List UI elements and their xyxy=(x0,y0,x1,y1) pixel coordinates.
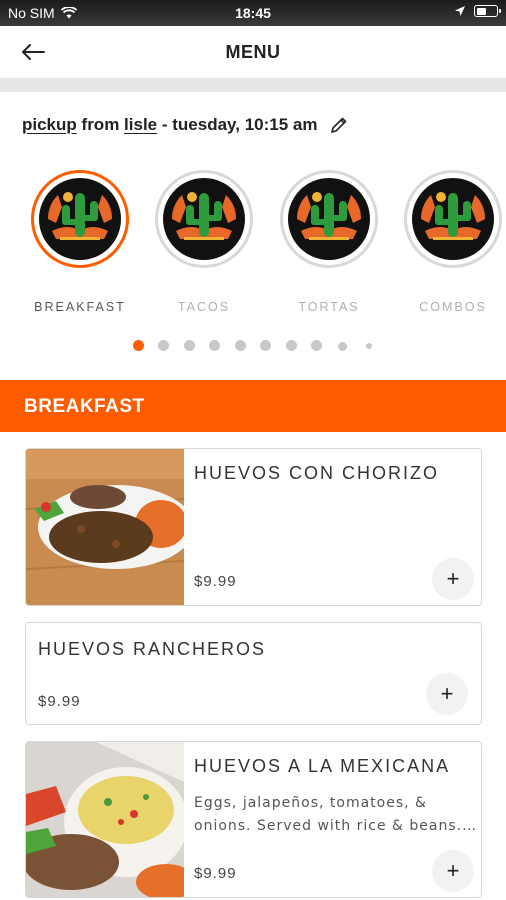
menu-item-card[interactable]: HUEVOS CON CHORIZO $9.99 + xyxy=(25,448,482,606)
pickup-time: - tuesday, 10:15 am xyxy=(161,115,318,134)
item-price: $9.99 xyxy=(38,693,81,710)
category-logo-ring xyxy=(31,170,129,268)
category-logo-ring xyxy=(404,170,502,268)
item-description: Eggs, jalapeños, tomatoes, & onions. Ser… xyxy=(194,795,478,834)
status-right xyxy=(454,5,501,17)
cactus-logo-icon xyxy=(163,178,245,260)
pagination-dot[interactable] xyxy=(209,340,220,351)
pagination-dot[interactable] xyxy=(133,340,144,351)
add-to-cart-button[interactable]: + xyxy=(426,673,468,715)
food-photo xyxy=(26,742,184,897)
carousel-pagination xyxy=(0,340,506,354)
pagination-dot[interactable] xyxy=(158,340,169,351)
food-photo xyxy=(26,449,184,605)
app-header: MENU xyxy=(0,26,506,78)
location-arrow-icon xyxy=(455,6,465,16)
pagination-dot[interactable] xyxy=(235,340,246,351)
category-breakfast[interactable]: BREAKFAST xyxy=(25,170,135,314)
from-label: from xyxy=(81,115,120,134)
item-name: HUEVOS CON CHORIZO xyxy=(194,463,440,483)
category-carousel[interactable]: BREAKFAST TACOS TORTAS COMBOS xyxy=(0,170,506,320)
category-label: COMBOS xyxy=(419,300,487,314)
category-tortas[interactable]: TORTAS xyxy=(274,170,384,314)
cactus-logo-icon xyxy=(39,178,121,260)
header-divider xyxy=(0,78,506,92)
add-to-cart-button[interactable]: + xyxy=(432,558,474,600)
item-price: $9.99 xyxy=(194,865,237,882)
category-logo-ring xyxy=(155,170,253,268)
section-banner: BREAKFAST xyxy=(0,380,506,432)
status-bar: No SIM 18:45 xyxy=(0,0,506,26)
pagination-dot[interactable] xyxy=(286,340,297,351)
item-price: $9.99 xyxy=(194,573,237,590)
pagination-dot[interactable] xyxy=(260,340,271,351)
add-to-cart-button[interactable]: + xyxy=(432,850,474,892)
section-title: BREAKFAST xyxy=(24,396,145,417)
order-mode-link[interactable]: pickup xyxy=(22,115,77,135)
status-time: 18:45 xyxy=(235,5,271,21)
pencil-icon[interactable] xyxy=(329,115,349,135)
pagination-dot[interactable] xyxy=(338,342,347,351)
menu-item-card[interactable]: HUEVOS A LA MEXICANA Eggs, jalapeños, to… xyxy=(25,741,482,898)
category-combos[interactable]: COMBOS xyxy=(398,170,506,314)
pickup-info[interactable]: pickup from lisle - tuesday, 10:15 am xyxy=(22,115,349,135)
category-label: TACOS xyxy=(177,300,231,314)
category-logo-ring xyxy=(280,170,378,268)
category-label: TORTAS xyxy=(298,300,360,314)
pagination-dot[interactable] xyxy=(311,340,322,351)
page-title: MENU xyxy=(225,42,281,62)
menu-item-card[interactable]: HUEVOS RANCHEROS $9.99 + xyxy=(25,622,482,725)
pagination-dot[interactable] xyxy=(184,340,195,351)
category-tacos[interactable]: TACOS xyxy=(149,170,259,314)
cactus-logo-icon xyxy=(412,178,494,260)
item-name: HUEVOS A LA MEXICANA xyxy=(194,756,451,776)
pagination-dot[interactable] xyxy=(366,343,372,349)
item-name: HUEVOS RANCHEROS xyxy=(38,639,267,659)
battery-icon xyxy=(474,5,501,17)
location-link[interactable]: lisle xyxy=(124,115,157,135)
category-label: BREAKFAST xyxy=(34,300,126,314)
cactus-logo-icon xyxy=(288,178,370,260)
